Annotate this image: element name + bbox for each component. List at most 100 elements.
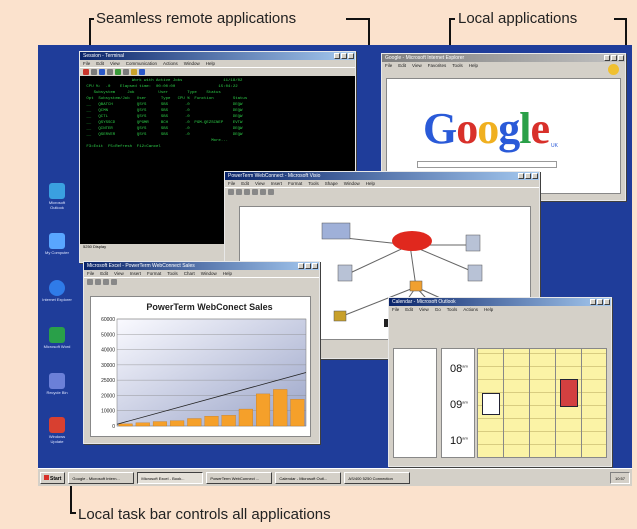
menu-item[interactable]: Actions	[163, 60, 178, 67]
toolbar-button[interactable]	[87, 279, 93, 285]
taskbar-button-google[interactable]: Google - Microsoft Intern...	[68, 471, 135, 484]
menu-item[interactable]: Format	[147, 270, 161, 277]
menu-item[interactable]: Window	[184, 60, 200, 67]
minimize-button[interactable]	[604, 55, 610, 61]
bar	[187, 418, 202, 427]
menu-item[interactable]: Actions	[463, 306, 478, 313]
toolbar-button[interactable]	[131, 69, 137, 75]
menu-item[interactable]: File	[392, 306, 399, 313]
menu-item[interactable]: Window	[344, 180, 360, 187]
desktop-icon-word[interactable]: Microsoft Word	[42, 327, 72, 349]
toolbar-button[interactable]	[228, 189, 234, 195]
toolbar-button[interactable]	[95, 279, 101, 285]
menu-item[interactable]: File	[87, 270, 94, 277]
outlook-window[interactable]: Calendar - Microsoft Outlook File Edit V…	[388, 297, 612, 467]
desktop-icon-my-computer[interactable]: My Computer	[42, 233, 72, 255]
folder-list[interactable]	[393, 348, 437, 458]
chart-area[interactable]: PowerTerm WebConect Sales 60000 50000 40000…	[90, 296, 311, 437]
toolbar-button[interactable]	[111, 279, 117, 285]
maximize-button[interactable]	[525, 173, 531, 179]
menu-item[interactable]: View	[114, 270, 124, 277]
toolbar-button[interactable]	[115, 69, 121, 75]
toolbar-button[interactable]	[99, 69, 105, 75]
taskbar-button-powerterm[interactable]: PowerTerm WebConnect ...	[206, 471, 273, 484]
google-logo[interactable]: Google	[423, 103, 550, 154]
maximize-button[interactable]	[305, 263, 311, 269]
outlook-titlebar[interactable]: Calendar - Microsoft Outlook	[389, 298, 611, 306]
minimize-button[interactable]	[334, 53, 340, 59]
start-button[interactable]: Start	[40, 471, 66, 484]
terminal-titlebar[interactable]: Session - Terminal	[80, 52, 355, 60]
menu-item[interactable]: Tools	[447, 306, 458, 313]
menu-item[interactable]: Insert	[271, 180, 282, 187]
recycle-icon	[49, 373, 65, 389]
desktop-icon-recycle-bin[interactable]: Recycle Bin	[42, 373, 72, 395]
taskbar-button-calendar[interactable]: Calendar - Microsoft Outl...	[275, 471, 342, 484]
menu-item[interactable]: Tools	[167, 270, 178, 277]
toolbar-button[interactable]	[244, 189, 250, 195]
browser-titlebar[interactable]: Google - Microsoft Internet Explorer	[382, 54, 625, 62]
minimize-button[interactable]	[590, 299, 596, 305]
menu-item[interactable]: Tools	[308, 180, 319, 187]
menu-item[interactable]: File	[228, 180, 235, 187]
excel-window[interactable]: Microsoft Excel - PowerTerm WebConnect S…	[83, 261, 320, 444]
appointment[interactable]	[560, 379, 578, 407]
toolbar-button[interactable]	[236, 189, 242, 195]
menu-item[interactable]: File	[83, 60, 90, 67]
menu-item[interactable]: Insert	[130, 270, 141, 277]
menu-item[interactable]: View	[412, 62, 422, 69]
menu-item[interactable]: View	[255, 180, 265, 187]
desktop-icon-windows-update[interactable]: Windows Update	[42, 417, 72, 444]
toolbar-button[interactable]	[260, 189, 266, 195]
menu-item[interactable]: Edit	[241, 180, 249, 187]
taskbar-button-as400[interactable]: AS/400 5250 Connection	[344, 471, 411, 484]
menu-item[interactable]: Edit	[405, 306, 413, 313]
menu-item[interactable]: File	[385, 62, 392, 69]
menu-item[interactable]: Window	[201, 270, 217, 277]
menu-item[interactable]: Communication	[126, 60, 157, 67]
menu-item[interactable]: Edit	[398, 62, 406, 69]
minimize-button[interactable]	[298, 263, 304, 269]
toolbar-button[interactable]	[139, 69, 145, 75]
close-button[interactable]	[532, 173, 538, 179]
taskbar-button-excel[interactable]: Microsoft Excel - Book...	[137, 471, 204, 484]
toolbar-button[interactable]	[83, 69, 89, 75]
menu-item[interactable]: Edit	[100, 270, 108, 277]
visio-titlebar[interactable]: PowerTerm WebConnect - Microsoft Visio	[225, 172, 539, 180]
toolbar-button[interactable]	[268, 189, 274, 195]
close-button[interactable]	[348, 53, 354, 59]
toolbar-button[interactable]	[123, 69, 129, 75]
menu-item[interactable]: View	[110, 60, 120, 67]
menu-item[interactable]: Help	[484, 306, 493, 313]
appointment[interactable]	[482, 393, 500, 415]
toolbar-button[interactable]	[91, 69, 97, 75]
menu-item[interactable]: Chart	[184, 270, 195, 277]
menu-item[interactable]: Help	[206, 60, 215, 67]
menu-item[interactable]: Edit	[96, 60, 104, 67]
toolbar-button[interactable]	[107, 69, 113, 75]
menu-item[interactable]: Format	[288, 180, 302, 187]
menu-item[interactable]: Help	[469, 62, 478, 69]
minimize-button[interactable]	[518, 173, 524, 179]
menu-item[interactable]: Tools	[452, 62, 463, 69]
menu-item[interactable]: Favorites	[428, 62, 447, 69]
maximize-button[interactable]	[597, 299, 603, 305]
close-button[interactable]	[604, 299, 610, 305]
desktop-icon-internet-explorer[interactable]: Internet Explorer	[42, 280, 72, 302]
menu-item[interactable]: Shape	[325, 180, 338, 187]
toolbar-button[interactable]	[103, 279, 109, 285]
close-button[interactable]	[312, 263, 318, 269]
search-input[interactable]	[417, 161, 557, 168]
maximize-button[interactable]	[341, 53, 347, 59]
desktop-icon-outlook[interactable]: Microsoft Outlook	[42, 183, 72, 210]
menu-item[interactable]: View	[419, 306, 429, 313]
terminal-toolbar	[80, 67, 355, 76]
menu-item[interactable]: Go	[435, 306, 441, 313]
menu-item[interactable]: Help	[223, 270, 232, 277]
toolbar-button[interactable]	[252, 189, 258, 195]
menu-item[interactable]: Help	[366, 180, 375, 187]
maximize-button[interactable]	[611, 55, 617, 61]
calendar-grid[interactable]	[477, 348, 607, 458]
close-button[interactable]	[618, 55, 624, 61]
excel-titlebar[interactable]: Microsoft Excel - PowerTerm WebConnect S…	[84, 262, 319, 270]
